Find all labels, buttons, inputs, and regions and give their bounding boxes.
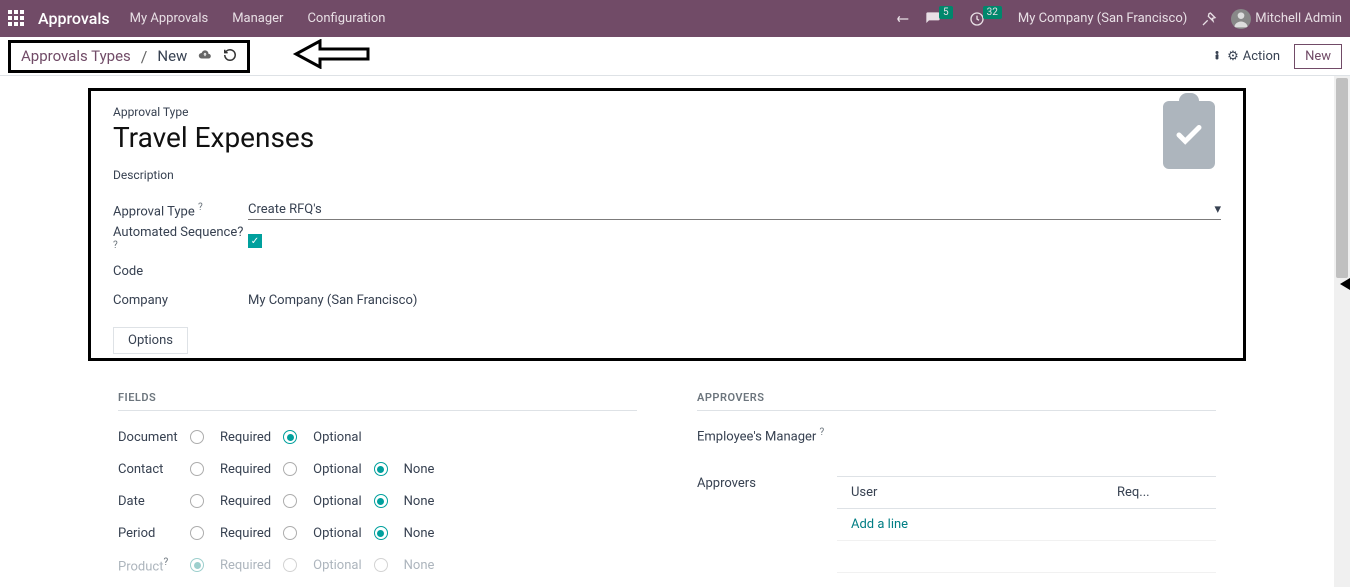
radio-label: Required [220, 526, 271, 541]
chevron-down-icon: ▾ [1214, 202, 1221, 217]
nav-manager[interactable]: Manager [232, 11, 283, 26]
radio-label: Optional [313, 494, 361, 509]
automated-seq-label: Automated Sequence? ? [113, 225, 248, 257]
field-label: Product? [118, 557, 190, 574]
field-row-document: Document Required Optional [118, 421, 637, 453]
field-row-quantity: QuantityRequiredOptionalNone [118, 581, 637, 587]
messages-badge: 5 [939, 6, 953, 19]
tab-options[interactable]: Options [113, 327, 188, 354]
breadcrumb: Approvals Types / New [8, 40, 250, 73]
record-title[interactable]: Travel Expenses [113, 121, 1221, 154]
app-brand: Approvals [38, 9, 110, 28]
radio-label: None [404, 494, 435, 509]
form-highlight: Approval Type Travel Expenses Descriptio… [88, 88, 1246, 361]
radio-label: None [404, 462, 435, 477]
nav-my-approvals[interactable]: My Approvals [130, 11, 209, 26]
emp-manager-label: Employee's Manager ? [697, 427, 824, 444]
radio-optional[interactable] [283, 526, 297, 540]
field-row-period: Period Required Optional None [118, 517, 637, 549]
radio-required[interactable] [190, 526, 204, 540]
field-label: Period [118, 526, 190, 541]
field-row-contact: Contact Required Optional None [118, 453, 637, 485]
header-label: Approval Type [113, 105, 1221, 119]
field-label: Contact [118, 462, 190, 477]
field-label: Date [118, 494, 190, 509]
radio-label: Optional [313, 558, 361, 573]
radio-optional[interactable] [283, 494, 297, 508]
company-value[interactable]: My Company (San Francisco) [248, 293, 1221, 308]
radio-none [374, 558, 388, 572]
approval-type-select[interactable]: Create RFQ's ▾ [248, 202, 1221, 220]
clipboard-icon[interactable] [1163, 101, 1215, 169]
radio-label: Required [220, 558, 271, 573]
radio-optional[interactable] [283, 430, 297, 444]
approvers-section-title: APPROVERS [697, 391, 1216, 411]
radio-none[interactable] [374, 494, 388, 508]
radio-label: None [404, 558, 435, 573]
radio-label: None [404, 526, 435, 541]
radio-required[interactable] [190, 494, 204, 508]
radio-label: Optional [313, 526, 361, 541]
user-menu[interactable]: Mitchell Admin [1231, 9, 1342, 29]
col-req: Req... [1117, 485, 1150, 500]
messages-icon[interactable]: 5 [925, 11, 955, 27]
breadcrumb-root[interactable]: Approvals Types [21, 47, 131, 65]
col-user: User [837, 485, 1117, 500]
user-name: Mitchell Admin [1255, 11, 1342, 26]
save-cloud-icon[interactable] [197, 47, 213, 66]
radio-none[interactable] [374, 462, 388, 476]
annotation-arrow-icon [290, 39, 370, 73]
apps-icon[interactable] [8, 10, 26, 28]
discard-icon[interactable] [223, 47, 237, 66]
new-button[interactable]: New [1294, 44, 1342, 69]
company-switcher[interactable]: My Company (San Francisco) [1018, 11, 1187, 26]
radio-required [190, 558, 204, 572]
field-label: Document [118, 430, 190, 445]
action-dropdown[interactable]: ⚙ Action [1211, 49, 1280, 64]
activities-badge: 32 [983, 6, 1002, 19]
radio-optional [283, 558, 297, 572]
code-label: Code [113, 264, 248, 279]
avatar-icon [1231, 9, 1251, 29]
radio-label: Required [220, 462, 271, 477]
field-row-date: Date Required Optional None [118, 485, 637, 517]
company-label: Company [113, 293, 248, 308]
radio-label: Optional [313, 462, 361, 477]
action-label: Action [1243, 49, 1280, 64]
home-icon[interactable] [895, 11, 911, 27]
scroll-indicator-icon [1340, 278, 1350, 290]
breadcrumb-sep: / [141, 47, 148, 66]
activities-icon[interactable]: 32 [969, 11, 1004, 27]
radio-label: Required [220, 494, 271, 509]
radio-required[interactable] [190, 430, 204, 444]
radio-optional[interactable] [283, 462, 297, 476]
breadcrumb-current: New [157, 47, 187, 65]
scrollbar[interactable] [1334, 76, 1350, 587]
gear-icon: ⚙ [1227, 49, 1239, 64]
radio-label: Optional [313, 430, 361, 445]
table-row [837, 541, 1216, 573]
approval-type-label: Approval Type ? [113, 202, 248, 219]
debug-icon[interactable] [1201, 11, 1217, 27]
radio-none[interactable] [374, 526, 388, 540]
approvers-label: Approvers [697, 476, 837, 491]
approval-type-value: Create RFQ's [248, 202, 322, 217]
nav-configuration[interactable]: Configuration [307, 11, 385, 26]
description-label: Description [113, 168, 1221, 182]
radio-label: Required [220, 430, 271, 445]
field-row-product: Product? Required Optional None [118, 549, 637, 581]
add-line-button[interactable]: Add a line [837, 509, 1216, 540]
fields-section-title: FIELDS [118, 391, 637, 411]
radio-required[interactable] [190, 462, 204, 476]
automated-seq-checkbox[interactable]: ✓ [248, 234, 262, 248]
